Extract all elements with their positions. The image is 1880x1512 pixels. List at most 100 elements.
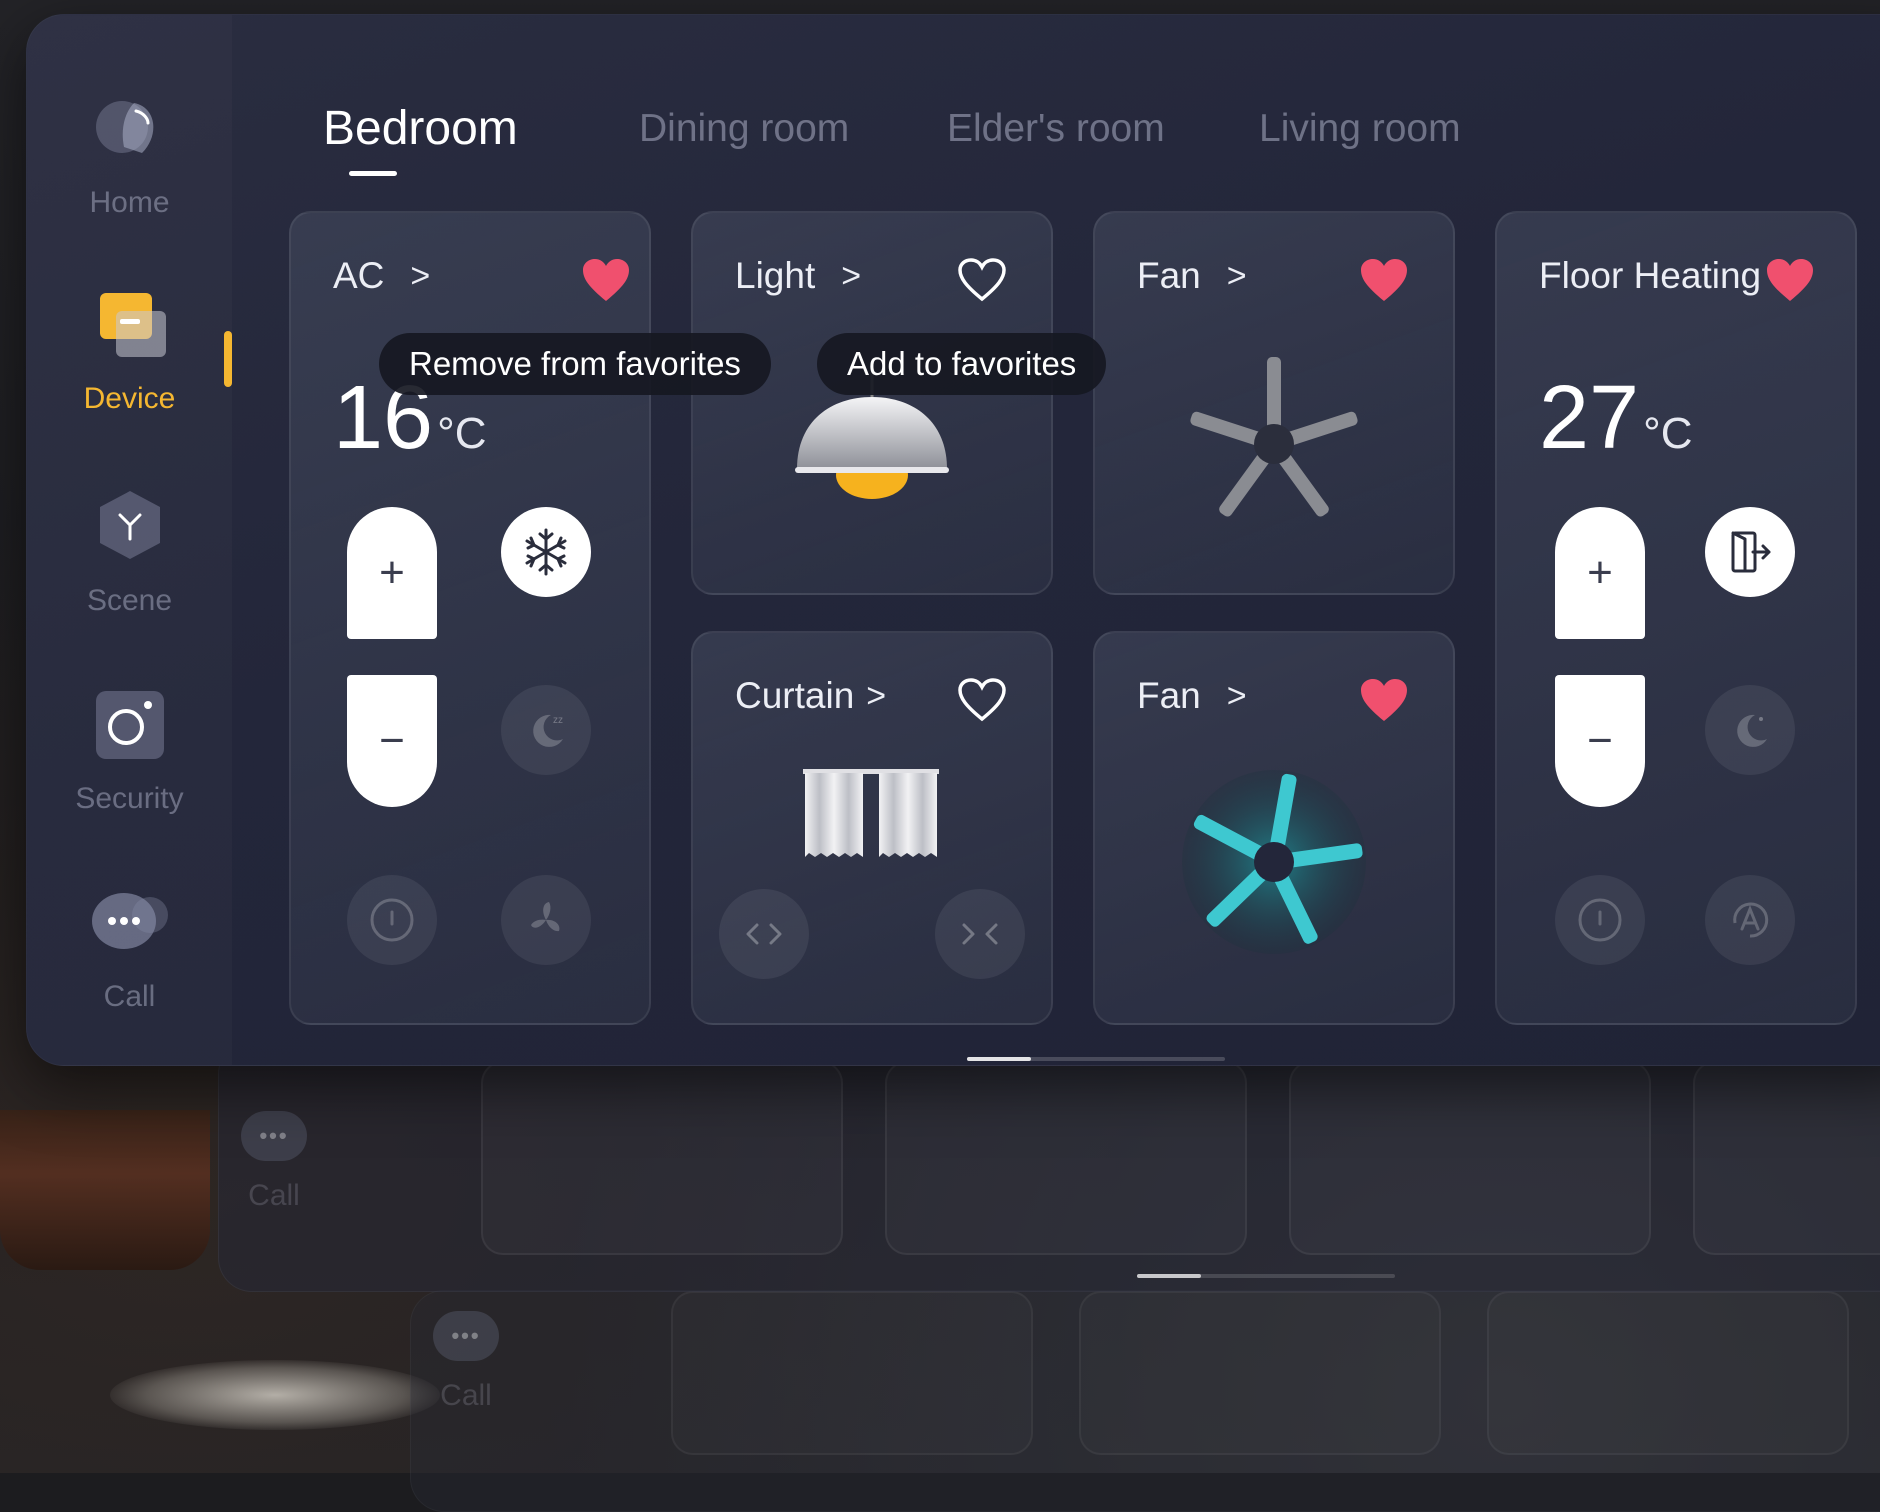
floor-heating-card[interactable]: Floor Heating 27°C + − [1495,211,1857,1025]
card-title: Curtain [735,675,855,716]
power-button[interactable] [1555,875,1645,965]
heart-outline-icon[interactable] [957,257,1007,303]
ghost-card [1487,1291,1849,1455]
power-icon [370,898,414,942]
ghost-call-item: ••• Call [219,1111,329,1213]
heart-outline-icon[interactable] [957,677,1007,723]
curtain-close-icon [962,923,998,945]
increase-temp-button[interactable]: + [347,507,437,639]
ghost-card [1289,1061,1651,1255]
away-mode-button[interactable] [1705,507,1795,597]
curtain-icon [803,769,939,857]
active-tab-underline [349,171,397,176]
snowflake-icon [525,528,567,576]
card-title: AC [333,255,385,296]
fan-speed-icon [531,902,560,932]
ghost-card [481,1061,843,1255]
exit-door-icon [1731,531,1771,573]
auto-mode-icon [1733,902,1769,938]
fan-card[interactable]: Fan > [1093,211,1455,595]
fan-card-active[interactable]: Fan > [1093,631,1455,1025]
temperature-value: 27 [1539,368,1640,468]
power-icon [1578,898,1622,942]
curtain-open-icon [746,923,782,945]
ghost-card [671,1291,1033,1455]
card-title: Fan [1137,675,1201,716]
sidebar-item-label: Call [103,980,156,1013]
sidebar: Home Device Scene Security Call [27,15,232,1065]
background-drum [0,1110,210,1270]
chevron-right-icon: > [841,256,862,295]
chevron-right-icon: > [1226,256,1247,295]
chevron-right-icon: > [1226,676,1247,715]
sidebar-item-label: Security [75,782,184,815]
sidebar-item-label: Scene [86,584,173,617]
curtain-close-button[interactable] [935,889,1025,979]
sidebar-item-security[interactable]: Security [27,687,232,816]
remove-from-favorites-tooltip: Remove from favorites [379,333,771,395]
light-card[interactable]: Light > [691,211,1053,595]
power-button[interactable] [347,875,437,965]
curtain-open-button[interactable] [719,889,809,979]
page-indicator-fill [967,1057,1031,1061]
chat-bubble-icon [91,893,168,949]
ghost-call-label: Call [248,1179,300,1212]
temperature-unit: °C [1643,409,1693,458]
heart-filled-icon[interactable] [581,257,631,303]
decrease-temp-button[interactable]: − [347,675,437,807]
night-moon-icon [1737,714,1767,747]
stacked-panel-back-2: ••• Call [410,1290,1880,1512]
svg-text:zz: zz [553,715,563,726]
night-mode-button[interactable] [1705,685,1795,775]
active-nav-indicator [224,331,232,387]
device-panel: Home Device Scene Security Call Bedroom … [26,14,1880,1066]
security-camera-icon [95,691,164,759]
card-header: AC > [333,255,430,297]
ceiling-fan-icon [1190,357,1358,517]
sidebar-item-label: Device [83,382,176,415]
card-header: Floor Heating [1539,255,1761,297]
tab-bedroom[interactable]: Bedroom [323,101,518,156]
tab-dining-room[interactable]: Dining room [639,107,849,151]
spinning-fan-icon [1182,770,1366,954]
card-title: Floor Heating [1539,255,1762,296]
sleep-moon-icon: zz [533,714,563,747]
fan-speed-button[interactable] [501,875,591,965]
card-title: Light [735,255,816,296]
sidebar-item-label: Home [89,186,170,219]
auto-mode-button[interactable] [1705,875,1795,965]
chat-bubble-icon: ••• [433,1311,499,1361]
sidebar-item-call[interactable]: Call [27,885,232,1014]
tab-elders-room[interactable]: Elder's room [947,107,1165,151]
sidebar-item-scene[interactable]: Scene [27,485,232,618]
chevron-right-icon: > [866,676,887,715]
ghost-card [1079,1291,1441,1455]
ghost-call-label: Call [440,1379,492,1412]
add-to-favorites-tooltip: Add to favorites [817,333,1107,395]
floor-heating-temperature: 27°C [1539,373,1692,463]
tab-living-room[interactable]: Living room [1259,107,1461,151]
stacked-panel-back-1: ••• Call [218,1040,1880,1292]
chevron-right-icon: > [410,256,431,295]
increase-temp-button[interactable]: + [1555,507,1645,639]
decrease-temp-button[interactable]: − [1555,675,1645,807]
page-indicator-fill [1137,1274,1201,1278]
cool-mode-button[interactable] [501,507,591,597]
card-header: Curtain > [735,675,886,717]
heart-filled-icon[interactable] [1359,257,1409,303]
chat-bubble-icon: ••• [241,1111,307,1161]
page-indicator [967,1057,1225,1061]
heart-filled-icon[interactable] [1359,677,1409,723]
ghost-card [885,1061,1247,1255]
temperature-unit: °C [437,409,487,458]
card-header: Fan > [1137,675,1247,717]
sleep-mode-button[interactable]: zz [501,685,591,775]
scene-icon [99,491,160,559]
sidebar-item-device[interactable]: Device [27,287,232,416]
device-icon [99,293,166,357]
home-icon [95,101,153,153]
background-rug [110,1360,440,1430]
sidebar-item-home[interactable]: Home [27,91,232,220]
curtain-card[interactable]: Curtain > [691,631,1053,1025]
heart-filled-icon[interactable] [1765,257,1815,303]
